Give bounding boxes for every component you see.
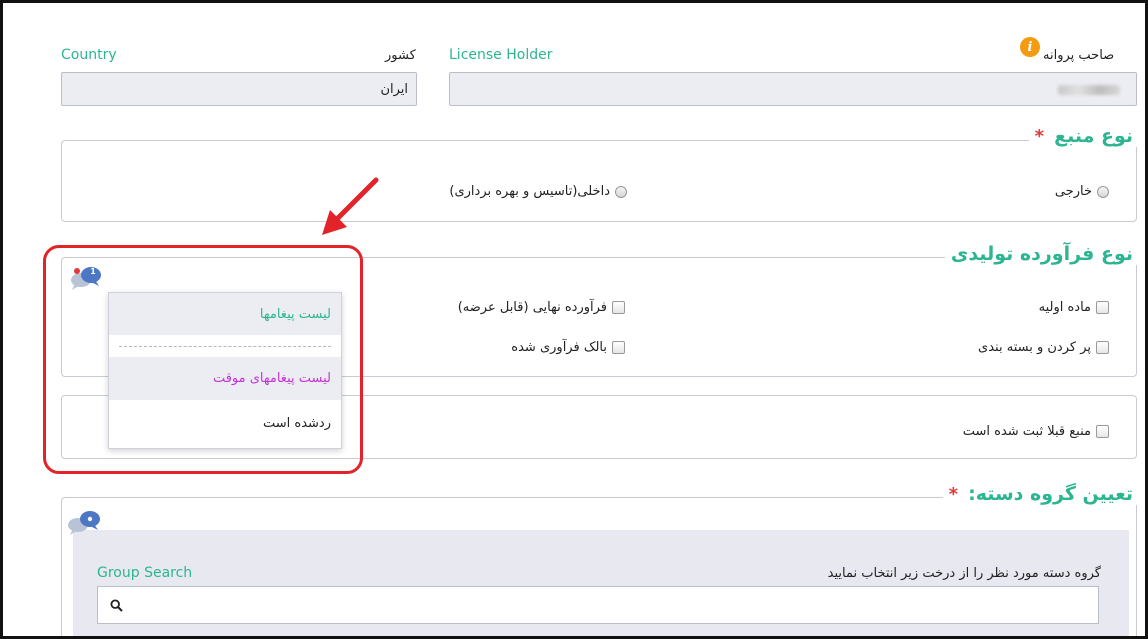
resource-type-legend: نوع منبع * [1028, 125, 1139, 147]
chat-bubbles-icon [68, 511, 100, 535]
group-search-input[interactable] [97, 586, 1099, 624]
check-processed-bulk[interactable]: بالک فرآوری شده [511, 340, 625, 355]
group-legend: تعیین گروه دسته: * [942, 483, 1139, 505]
checkbox[interactable] [612, 301, 625, 314]
search-icon [110, 598, 123, 612]
checkbox[interactable] [1096, 425, 1109, 438]
radio-button[interactable] [615, 185, 627, 198]
country-label-fa: کشور [385, 48, 416, 63]
checkbox[interactable] [1096, 341, 1109, 354]
check-already-registered-label: منبع قبلا ثبت شده است [962, 424, 1091, 439]
product-type-legend: نوع فرآورده تولیدی [944, 243, 1139, 265]
form-window: Country کشور ایران License Holder صاحب پ… [0, 0, 1148, 639]
check-processed-bulk-label: بالک فرآوری شده [511, 340, 607, 355]
country-field[interactable]: ایران [61, 72, 417, 106]
check-final-product[interactable]: فرآورده نهایی (قابل عرضه) [458, 300, 625, 315]
checkbox[interactable] [1096, 301, 1109, 314]
group-search-label: Group Search [97, 565, 193, 581]
annotation-arrow-icon [322, 177, 379, 235]
check-final-product-label: فرآورده نهایی (قابل عرضه) [457, 300, 607, 315]
radio-foreign-label: خارجی [1054, 184, 1092, 199]
check-filling-packaging-label: پر کردن و بسته بندی [978, 340, 1091, 355]
blurred-holder-name [1058, 85, 1120, 95]
radio-domestic-label: داخلی(تاسیس و بهره برداری) [449, 184, 610, 199]
group-instruction: گروه دسته مورد نظر را از درخت زیر انتخاب… [827, 566, 1101, 581]
info-icon-glyph: i [1027, 39, 1033, 55]
resource-type-title: نوع منبع [1054, 125, 1133, 147]
checkbox[interactable] [612, 341, 625, 354]
info-icon[interactable]: i [1020, 37, 1040, 57]
group-title: تعیین گروه دسته: [968, 483, 1133, 505]
check-raw-material-label: ماده اولیه [1038, 300, 1091, 315]
check-filling-packaging[interactable]: پر کردن و بسته بندی [978, 340, 1109, 355]
required-mark: * [1034, 125, 1045, 147]
resource-type-fieldset [61, 140, 1137, 222]
group-messages-icon[interactable] [65, 506, 105, 536]
highlight-annotation-box [43, 245, 363, 474]
radio-domestic[interactable]: داخلی(تاسیس و بهره برداری) [449, 184, 627, 199]
country-label-en: Country [61, 47, 117, 63]
radio-foreign[interactable]: خارجی [1055, 184, 1109, 199]
radio-button[interactable] [1097, 185, 1109, 198]
check-raw-material[interactable]: ماده اولیه [1039, 300, 1109, 315]
license-holder-label-fa: صاحب پروانه [1043, 48, 1115, 63]
product-type-title: نوع فرآورده تولیدی [950, 243, 1133, 265]
required-mark: * [948, 483, 959, 505]
check-already-registered[interactable]: منبع قبلا ثبت شده است [963, 424, 1109, 439]
country-value: ایران [380, 81, 408, 97]
license-holder-label-en: License Holder [449, 47, 553, 63]
license-holder-field[interactable] [449, 72, 1137, 106]
